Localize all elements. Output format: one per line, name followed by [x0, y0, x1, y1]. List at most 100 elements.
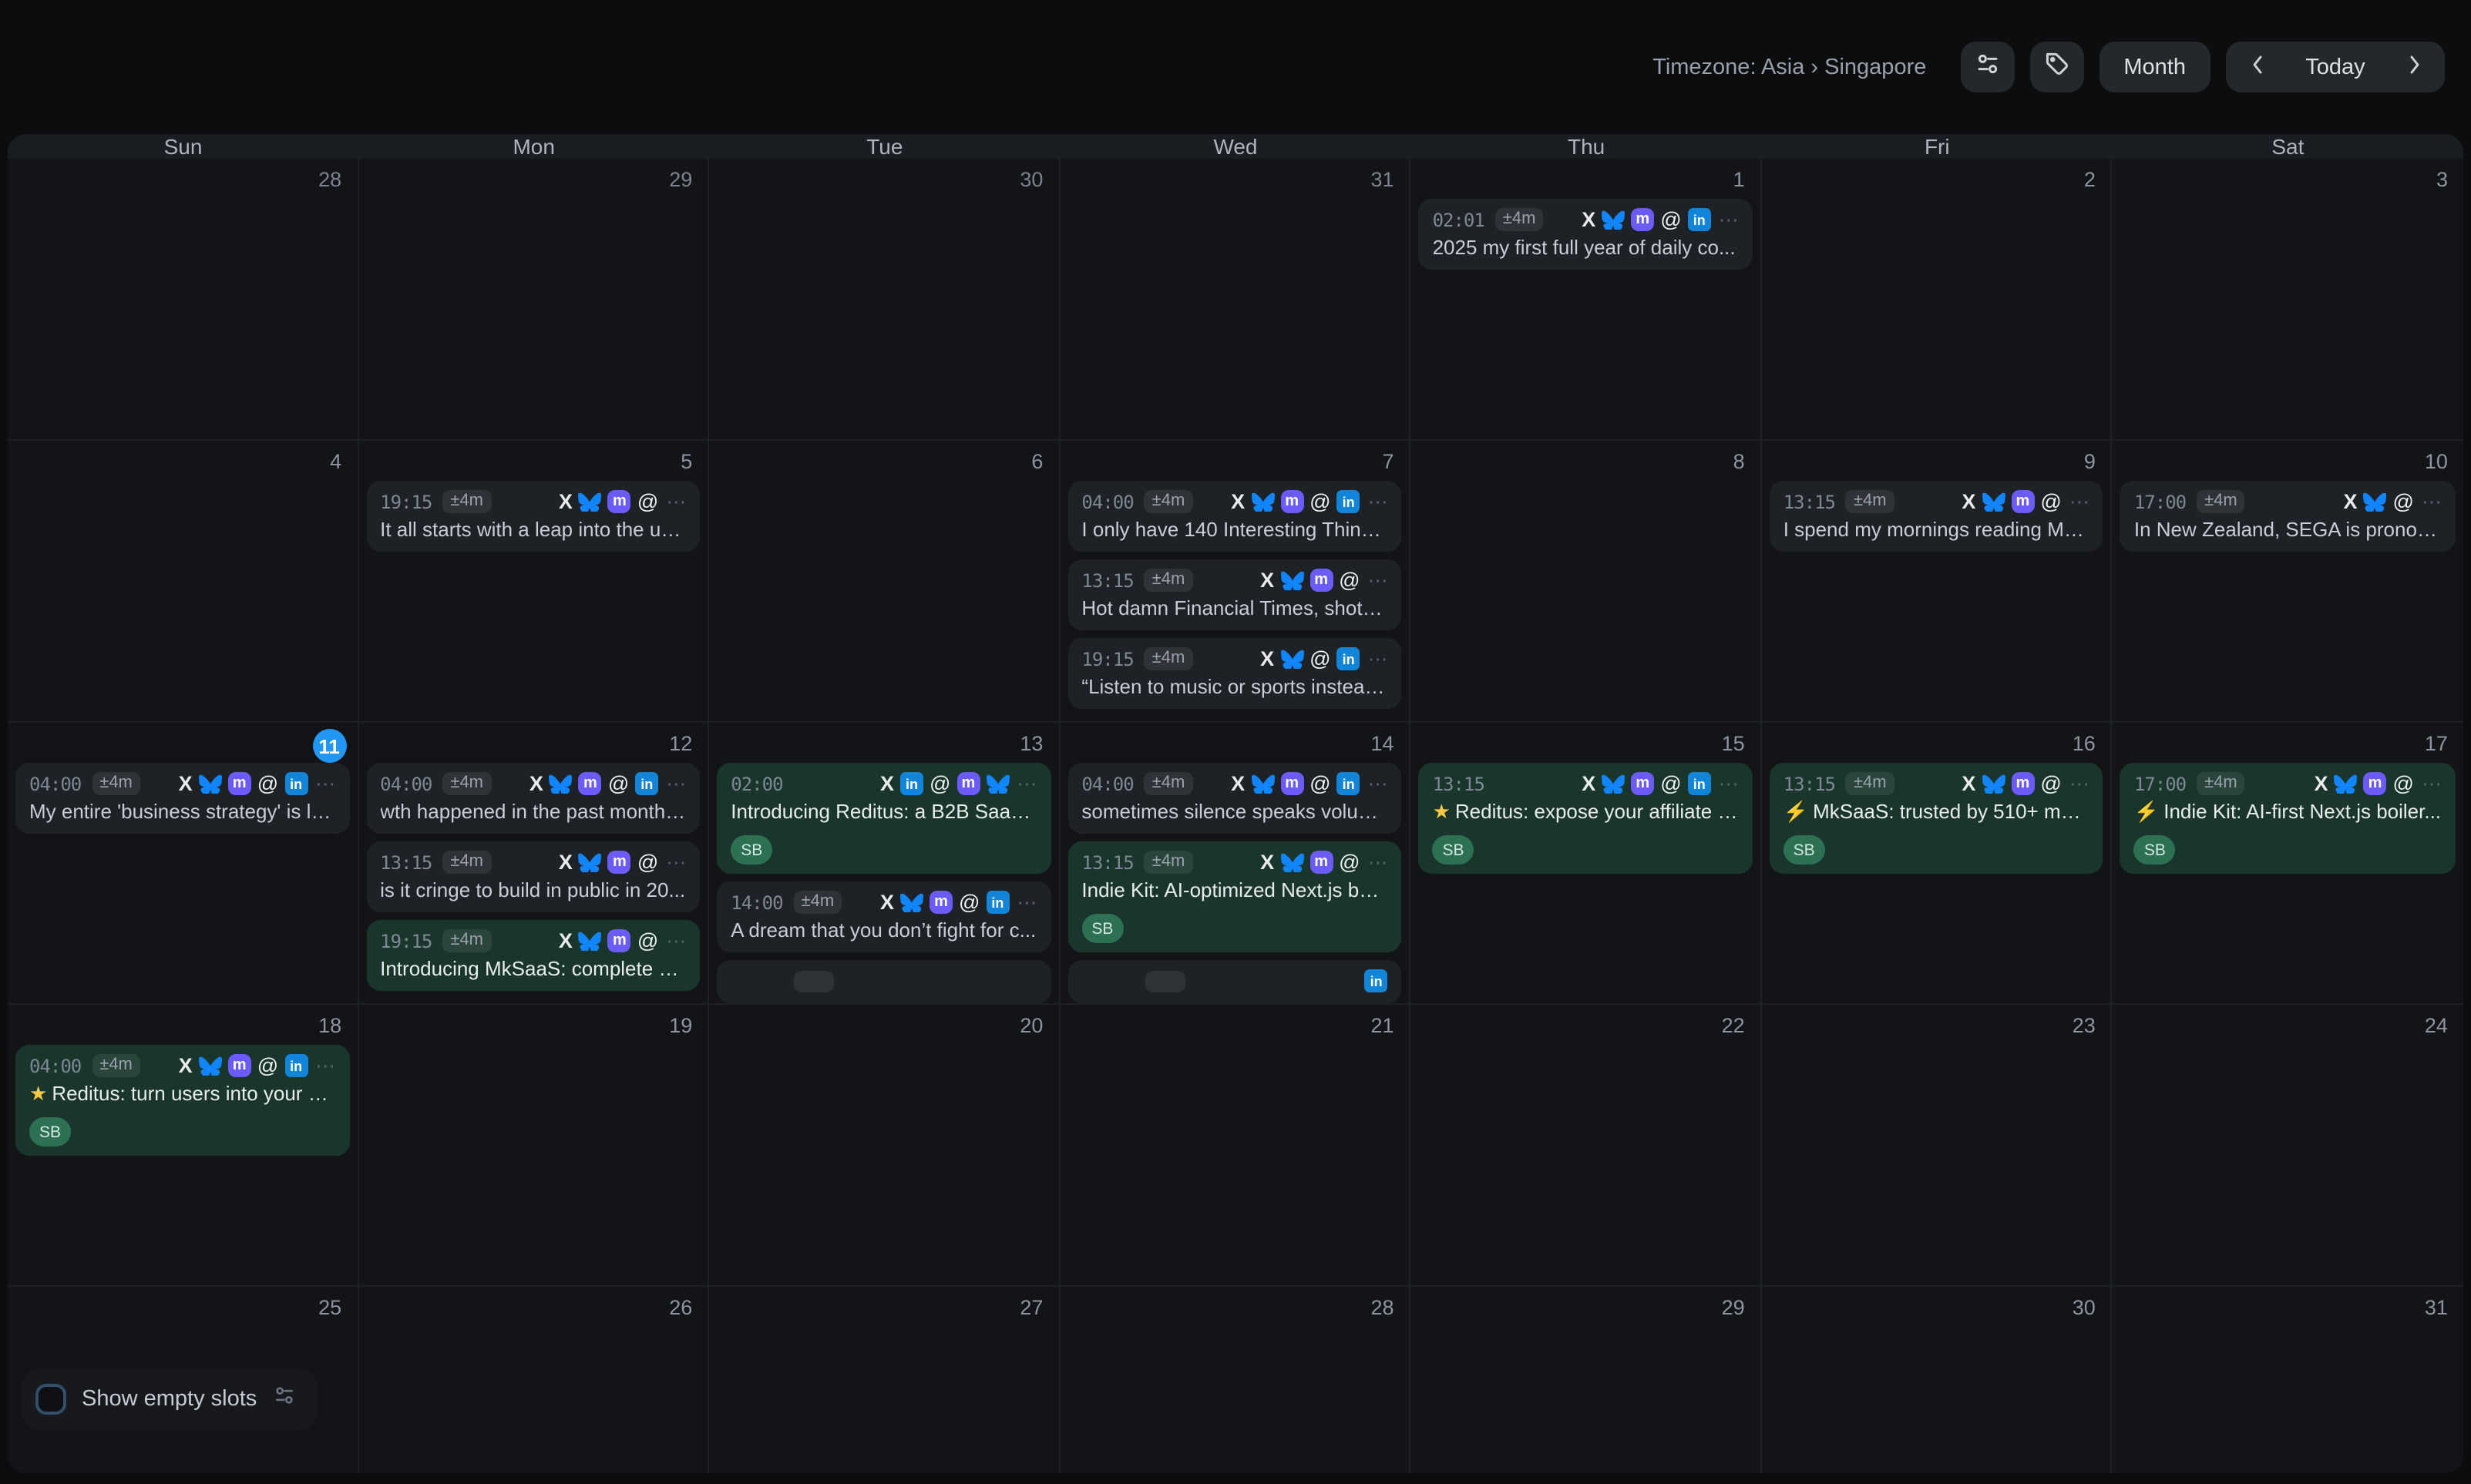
event-card[interactable]: 13:15±4mXm@⋯Hot damn Financial Times, sh…	[1067, 559, 1401, 630]
day-cell[interactable]: 22	[1411, 1005, 1762, 1287]
day-cell[interactable]: 19	[358, 1005, 709, 1287]
day-cell[interactable]: 1204:00±4mXm@in⋯wth happened in the past…	[358, 723, 709, 1005]
more-options-icon[interactable]: ⋯	[666, 852, 686, 872]
event-card[interactable]: 17:00±4mXm@⋯⚡Indie Kit: AI-first Next.js…	[2120, 763, 2456, 874]
day-cell[interactable]: 519:15±4mXm@⋯It all starts with a leap i…	[358, 441, 709, 723]
more-options-icon[interactable]: ⋯	[666, 774, 686, 794]
offset-badge: ±4m	[442, 929, 491, 952]
day-cell[interactable]: 704:00±4mXm@in⋯I only have 140 Interesti…	[1060, 441, 1410, 723]
event-card[interactable]: 13:15±4mXm@⋯is it cringe to build in pub…	[366, 841, 700, 912]
event-card[interactable]: 19:15±4mX@in⋯“Listen to music or sports …	[1067, 638, 1401, 709]
day-cell[interactable]: 30	[1762, 1287, 2113, 1473]
author-badge: SB	[731, 835, 772, 865]
event-header: 04:00±4mXm@in⋯	[29, 1053, 335, 1079]
event-card[interactable]: 13:15±4mXm@⋯⚡MkSaaS: trusted by 510+ mak…	[1770, 763, 2103, 874]
day-cell[interactable]: 30	[709, 159, 1060, 441]
more-options-icon[interactable]: ⋯	[315, 774, 335, 794]
more-options-icon[interactable]: ⋯	[2069, 492, 2089, 512]
event-card[interactable]: 00:00in	[1067, 960, 1401, 1003]
next-button[interactable]	[2383, 42, 2445, 92]
day-cell[interactable]: 1613:15±4mXm@⋯⚡MkSaaS: trusted by 510+ m…	[1762, 723, 2113, 1005]
day-cell[interactable]: 1513:15Xm@in⋯★Reditus: expose your affil…	[1411, 723, 1762, 1005]
day-cell[interactable]: 31	[1060, 159, 1410, 441]
event-card[interactable]: 14:00±4mXm@in⋯A dream that you don’t fig…	[717, 881, 1051, 952]
weekday-header: Fri	[1762, 134, 2113, 159]
event-title: In New Zealand, SEGA is pronoun...	[2134, 518, 2442, 542]
threads-icon: @	[1339, 851, 1360, 874]
day-cell[interactable]: 1804:00±4mXm@in⋯★Reditus: turn users int…	[8, 1005, 358, 1287]
event-card[interactable]: 04:00±4mXm@in⋯wth happened in the past m…	[366, 763, 700, 834]
more-options-icon[interactable]: ⋯	[1368, 570, 1388, 590]
threads-icon: @	[1309, 490, 1330, 513]
event-card[interactable]: 13:15±4mXm@⋯I spend my mornings reading …	[1770, 481, 2103, 552]
day-cell[interactable]: 1302:00Xin@m⋯Introducing Reditus: a B2B …	[709, 723, 1060, 1005]
more-options-icon[interactable]: ⋯	[1719, 210, 1739, 230]
event-card[interactable]: 04:00±4mXm@in⋯My entire 'business strate…	[15, 763, 349, 834]
event-card[interactable]: 19:15±4mXm@⋯Introducing MkSaaS: complete…	[366, 920, 700, 991]
event-card[interactable]: 04:00±4mXm@in⋯I only have 140 Interestin…	[1067, 481, 1401, 552]
day-cell[interactable]: 23	[1762, 1005, 2113, 1287]
event-card[interactable]: 00:00	[717, 960, 1051, 1003]
threads-icon: @	[930, 772, 950, 795]
day-cell[interactable]: 1104:00±4mXm@in⋯My entire 'business stra…	[8, 723, 358, 1005]
day-cell[interactable]: 28	[1060, 1287, 1410, 1473]
show-empty-slots-toggle[interactable]: Show empty slots	[22, 1368, 317, 1430]
filter-button[interactable]	[1960, 42, 2014, 92]
day-cell[interactable]: 4	[8, 441, 358, 723]
bluesky-icon	[986, 774, 1009, 794]
event-header: 13:15±4mXm@⋯	[1783, 771, 2089, 797]
day-cell[interactable]: 29	[358, 159, 709, 441]
emoji-icon: ★	[29, 1082, 47, 1105]
more-options-icon[interactable]: ⋯	[666, 492, 686, 512]
more-options-icon[interactable]: ⋯	[1017, 892, 1037, 912]
day-cell[interactable]: 8	[1411, 441, 1762, 723]
tags-button[interactable]	[2029, 42, 2083, 92]
more-options-icon[interactable]: ⋯	[1368, 774, 1388, 794]
date-number: 21	[1371, 1014, 1394, 1037]
event-card[interactable]: 17:00±4mX@⋯In New Zealand, SEGA is prono…	[2120, 481, 2456, 552]
event-card[interactable]: 02:00Xin@m⋯Introducing Reditus: a B2B Sa…	[717, 763, 1051, 874]
day-cell[interactable]: 21	[1060, 1005, 1410, 1287]
event-card[interactable]: 19:15±4mXm@⋯It all starts with a leap in…	[366, 481, 700, 552]
more-options-icon[interactable]: ⋯	[666, 931, 686, 951]
more-options-icon[interactable]: ⋯	[315, 1056, 335, 1076]
x-icon: X	[1260, 569, 1274, 592]
more-options-icon[interactable]: ⋯	[1017, 774, 1037, 794]
day-cell[interactable]: 6	[709, 441, 1060, 723]
day-cell[interactable]: 20	[709, 1005, 1060, 1287]
day-cell[interactable]: 1404:00±4mXm@in⋯sometimes silence speaks…	[1060, 723, 1410, 1005]
show-empty-slots-checkbox[interactable]	[35, 1384, 66, 1415]
day-cell[interactable]: 27	[709, 1287, 1060, 1473]
day-cell[interactable]: 1017:00±4mX@⋯In New Zealand, SEGA is pro…	[2113, 441, 2463, 723]
day-cell[interactable]: 1717:00±4mXm@⋯⚡Indie Kit: AI-first Next.…	[2113, 723, 2463, 1005]
event-card[interactable]: 02:01±4mXm@in⋯2025 my first full year of…	[1419, 199, 1753, 270]
more-options-icon[interactable]: ⋯	[1368, 649, 1388, 669]
day-cell[interactable]: 102:01±4mXm@in⋯2025 my first full year o…	[1411, 159, 1762, 441]
view-mode-button[interactable]: Month	[2099, 42, 2210, 92]
today-button[interactable]: Today	[2288, 42, 2383, 92]
more-options-icon[interactable]: ⋯	[1368, 492, 1388, 512]
offset-badge: ±4m	[1145, 490, 1193, 513]
more-options-icon[interactable]: ⋯	[1368, 852, 1388, 872]
threads-icon: @	[2393, 490, 2414, 513]
prev-button[interactable]	[2226, 42, 2288, 92]
day-cell[interactable]: 31	[2113, 1287, 2463, 1473]
show-empty-slots-label: Show empty slots	[82, 1387, 257, 1412]
more-options-icon[interactable]: ⋯	[2422, 492, 2442, 512]
day-cell[interactable]: 2	[1762, 159, 2113, 441]
day-cell[interactable]: 913:15±4mXm@⋯I spend my mornings reading…	[1762, 441, 2113, 723]
day-cell[interactable]: 3	[2113, 159, 2463, 441]
day-cell[interactable]: 29	[1411, 1287, 1762, 1473]
day-cell[interactable]: 28	[8, 159, 358, 441]
day-cell[interactable]: 24	[2113, 1005, 2463, 1287]
day-cell[interactable]: 26	[358, 1287, 709, 1473]
more-options-icon[interactable]: ⋯	[2422, 774, 2442, 794]
weekday-header: Sun	[8, 134, 358, 159]
event-card[interactable]: 04:00±4mXm@in⋯sometimes silence speaks v…	[1067, 763, 1401, 834]
more-options-icon[interactable]: ⋯	[1719, 774, 1739, 794]
event-card[interactable]: 13:15±4mXm@⋯Indie Kit: AI-optimized Next…	[1067, 841, 1401, 952]
more-options-icon[interactable]: ⋯	[2069, 774, 2089, 794]
event-card[interactable]: 13:15Xm@in⋯★Reditus: expose your affilia…	[1419, 763, 1753, 874]
event-card[interactable]: 04:00±4mXm@in⋯★Reditus: turn users into …	[15, 1045, 349, 1156]
date-number: 25	[318, 1296, 341, 1319]
